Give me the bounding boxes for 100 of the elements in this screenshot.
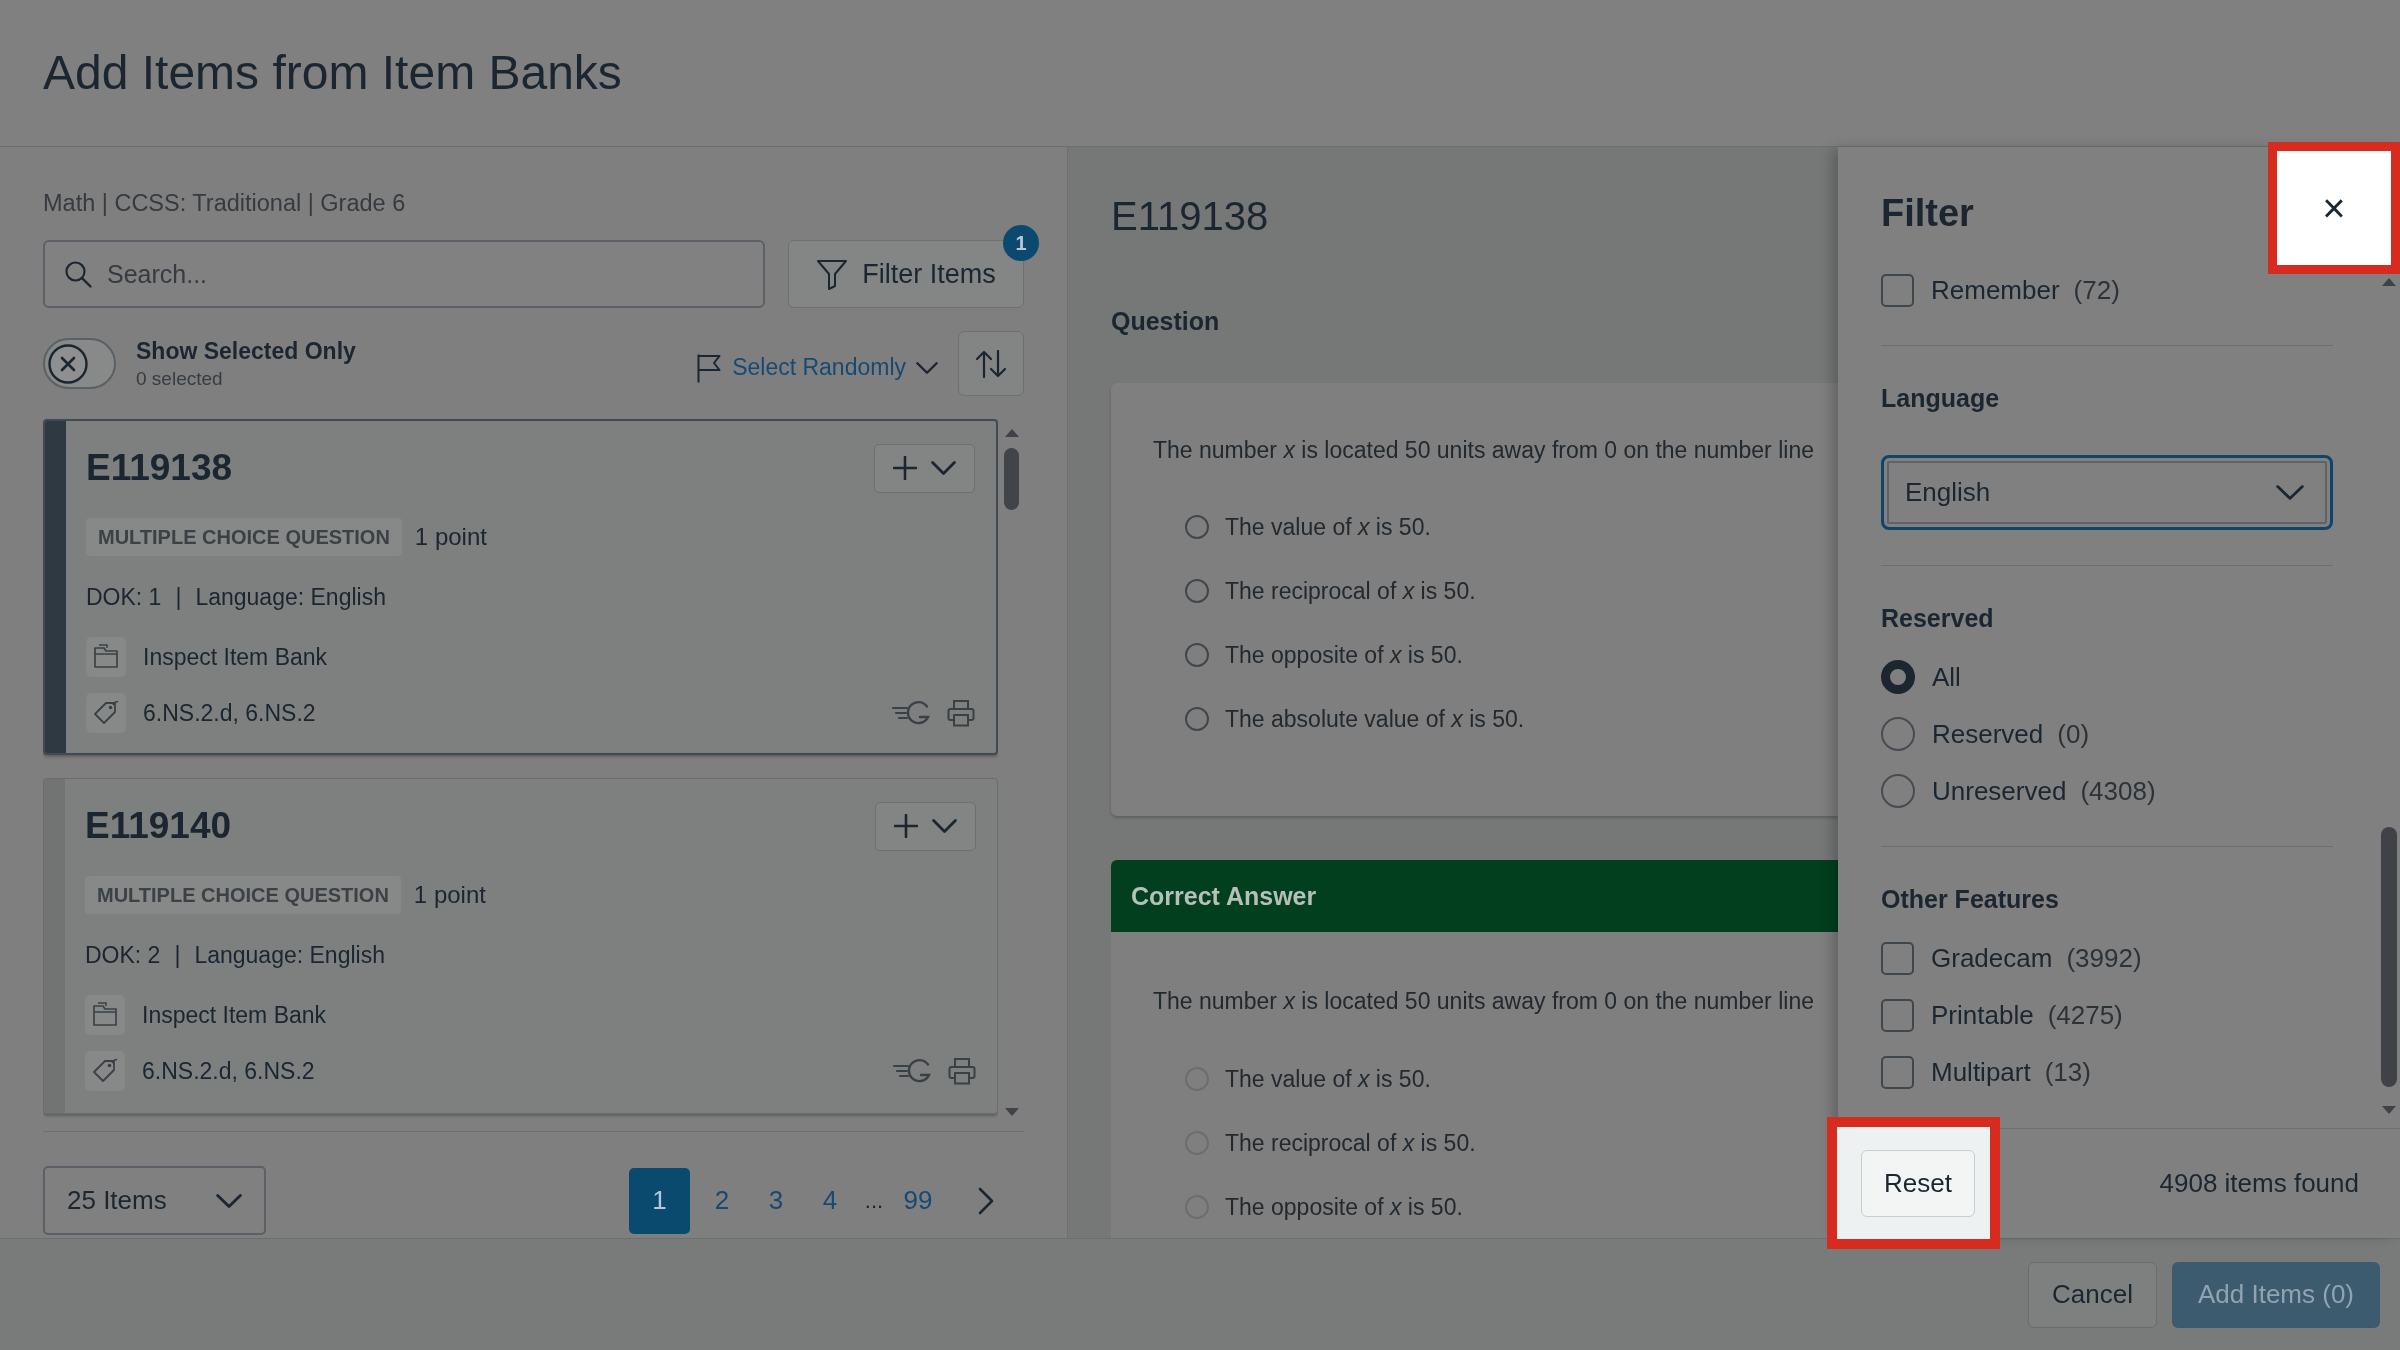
inspect-item-bank-link[interactable]: Inspect Item Bank: [142, 1001, 327, 1029]
correct-answer-header: Correct Answer: [1111, 860, 1838, 932]
item-language: Language: English: [194, 941, 385, 969]
dok-level: DOK: 2: [85, 941, 161, 969]
option-count: (4275): [2047, 999, 2123, 1031]
printer-icon: [947, 699, 975, 727]
filter-heading: Language: [1881, 383, 2001, 414]
radio-button[interactable]: [1185, 579, 1209, 603]
checkbox[interactable]: [1881, 998, 1914, 1032]
option-label: Remember: [1931, 274, 2060, 306]
scroll-down-icon[interactable]: [1004, 1108, 1019, 1116]
dropdown-field[interactable]: English: [1881, 455, 2333, 530]
item-id: E119140: [85, 804, 232, 848]
toggle-switch[interactable]: [43, 338, 116, 389]
pagination-ellipsis: ...: [863, 1187, 885, 1214]
search-icon: [64, 260, 92, 288]
sort-button[interactable]: [958, 331, 1024, 396]
scrollbar-thumb[interactable]: [1004, 448, 1019, 510]
filter-heading: Other Features: [1881, 884, 2060, 915]
item-language: Language: English: [195, 583, 386, 611]
answer-option: The value of x is 50.: [1225, 511, 1431, 543]
option-label: Printable: [1931, 999, 2034, 1031]
standards-text: 6.NS.2.d, 6.NS.2: [143, 699, 316, 727]
chevron-down-icon: [931, 461, 956, 475]
item-id: E119138: [86, 446, 233, 490]
folder-icon: [86, 637, 126, 677]
checkbox[interactable]: [1881, 273, 1914, 307]
search-field[interactable]: Search...: [43, 240, 765, 308]
item-card[interactable]: E119140 MULTIPLE CHOICE QUESTION 1 point DOK: 2 | Language: English Inspect Item Bank 6.NS.2.d, 6.NS.2: [43, 778, 998, 1114]
page-button[interactable]: 99: [896, 1167, 940, 1234]
reset-button[interactable]: Reset: [1861, 1149, 1975, 1217]
selected-count: 0 selected: [136, 366, 224, 391]
radio-button[interactable]: [1881, 774, 1915, 808]
chevron-down-icon: [916, 361, 938, 374]
option-count: (72): [2073, 274, 2120, 306]
standards-text: 6.NS.2.d, 6.NS.2: [142, 1057, 315, 1085]
add-item-button[interactable]: [874, 443, 975, 493]
scroll-up-icon[interactable]: [1004, 429, 1019, 437]
speed-g-icon: [893, 1057, 933, 1085]
scrollbar-thumb[interactable]: [2381, 827, 2397, 1087]
page-button[interactable]: 3: [754, 1167, 798, 1234]
folder-icon: [85, 995, 125, 1035]
meta-separator: |: [174, 941, 181, 969]
checkbox[interactable]: [1881, 1055, 1914, 1089]
item-title: E119138: [1111, 193, 1270, 240]
page-button[interactable]: 2: [700, 1167, 744, 1234]
inspect-item-bank-link[interactable]: Inspect Item Bank: [143, 643, 328, 671]
chevron-down-icon: [2276, 485, 2304, 500]
option-count: (4308): [2080, 775, 2156, 807]
cancel-button[interactable]: Cancel: [2028, 1261, 2157, 1328]
meta-separator: |: [175, 583, 182, 611]
results-count: 4908 items found: [2159, 1168, 2359, 1199]
radio-button[interactable]: [1185, 643, 1209, 667]
question-type-tag: MULTIPLE CHOICE QUESTION: [85, 876, 401, 914]
option-count: (3992): [2066, 942, 2142, 974]
scroll-down-icon[interactable]: [2382, 1106, 2396, 1114]
select-randomly-button[interactable]: Select Randomly: [696, 347, 938, 388]
chevron-right-icon: [978, 1186, 994, 1215]
section-heading: Question: [1111, 306, 1221, 337]
dialog-title: Add Items from Item Banks: [43, 45, 622, 101]
tag-icon: [85, 1051, 125, 1091]
flag-icon: [696, 352, 723, 383]
radio-button[interactable]: [1881, 660, 1915, 694]
speed-g-icon: [892, 699, 932, 727]
answer-option: The reciprocal of x is 50.: [1225, 575, 1476, 607]
item-points: 1 point: [413, 881, 486, 909]
radio-button[interactable]: [1881, 717, 1915, 751]
dok-level: DOK: 1: [86, 583, 162, 611]
chevron-down-icon: [216, 1193, 242, 1208]
add-item-button[interactable]: [875, 801, 976, 851]
filter-title: Filter: [1881, 191, 1975, 236]
option-count: (0): [2057, 718, 2090, 750]
x-circle-icon: [48, 343, 88, 384]
answer-option: The opposite of x is 50.: [1225, 1191, 1463, 1223]
answer-option: The value of x is 50.: [1225, 1063, 1431, 1095]
question-text: The number x is located 50 units away from 0 on the number line: [1153, 436, 1815, 465]
item-points: 1 point: [414, 523, 487, 551]
item-card[interactable]: E119138 MULTIPLE CHOICE QUESTION 1 point DOK: 1 | Language: English Inspect Item Bank 6.NS.2.d, 6.NS.2: [43, 419, 998, 755]
page-button[interactable]: 1: [629, 1167, 690, 1234]
checkbox[interactable]: [1881, 941, 1914, 975]
option-label: Gradecam: [1931, 942, 2053, 974]
question-text: The number x is located 50 units away from 0 on the number line: [1153, 987, 1815, 1016]
breadcrumb: Math | CCSS: Traditional | Grade 6: [43, 189, 407, 217]
sort-arrows-icon: [975, 349, 1007, 378]
option-count: (13): [2044, 1056, 2091, 1088]
count-badge: 1: [1003, 225, 1039, 261]
filter-icon: [816, 258, 849, 290]
question-type-tag: MULTIPLE CHOICE QUESTION: [86, 518, 402, 556]
option-label: Multipart: [1931, 1056, 2031, 1088]
plus-icon: [893, 456, 917, 480]
option-label: Reserved: [1932, 718, 2044, 750]
page-size-select[interactable]: 25 Items: [43, 1166, 266, 1235]
answer-option: The reciprocal of x is 50.: [1225, 1127, 1476, 1159]
printer-icon: [948, 1057, 976, 1085]
toggle-label: Show Selected Only: [136, 336, 356, 365]
tag-icon: [86, 693, 126, 733]
radio-button[interactable]: [1185, 515, 1209, 539]
scroll-up-icon[interactable]: [2382, 278, 2396, 286]
radio-button[interactable]: [1185, 707, 1209, 731]
page-button[interactable]: 4: [808, 1167, 852, 1234]
